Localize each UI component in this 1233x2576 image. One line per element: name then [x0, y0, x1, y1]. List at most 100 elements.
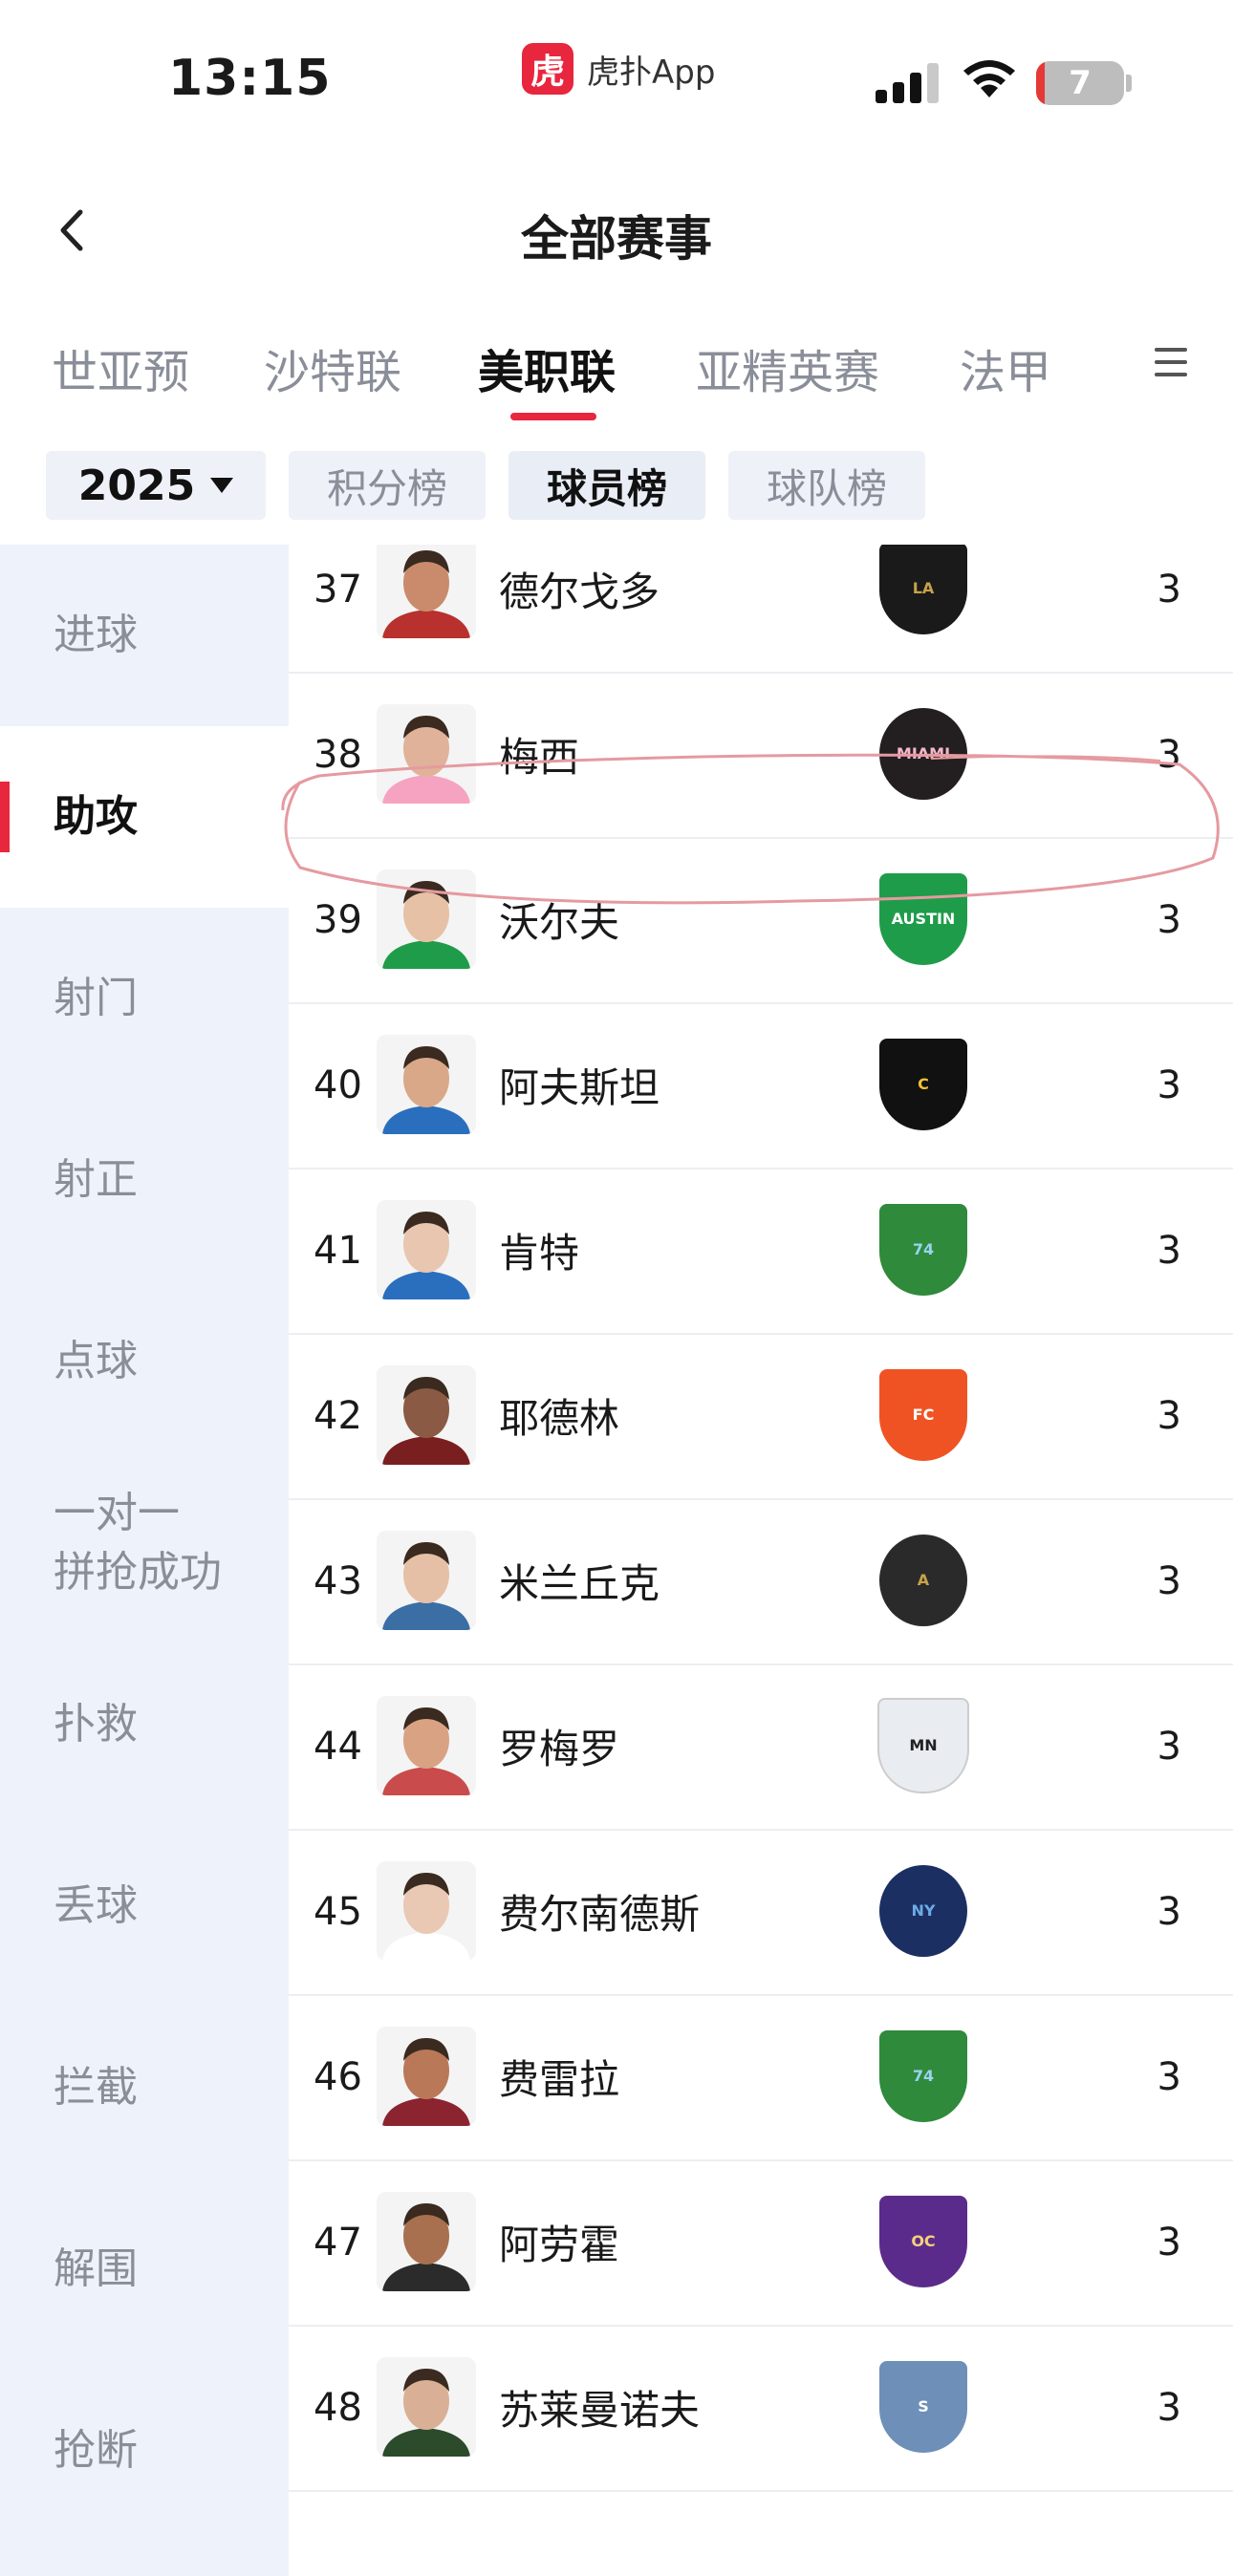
sidebar-item-shots[interactable]: 射门 — [0, 908, 289, 1089]
sidebar-item-duels-won[interactable]: 一对一 拼抢成功 — [0, 1452, 289, 1634]
sidebar-item-tackles[interactable]: 抢断 — [0, 2360, 289, 2542]
assists-value: 3 — [1157, 897, 1181, 942]
player-name: 德尔戈多 — [499, 569, 660, 615]
tab-league[interactable]: 沙特联 — [264, 334, 401, 401]
team-crest-icon: S — [879, 2361, 967, 2453]
assists-value: 3 — [1157, 1063, 1181, 1107]
assists-value: 3 — [1157, 1228, 1181, 1273]
nycfc-badge[interactable]: NY — [874, 1861, 973, 1961]
minnesota-united-badge[interactable]: MN — [874, 1696, 973, 1795]
rank-number: 44 — [314, 1724, 362, 1769]
player-avatar — [377, 704, 476, 804]
sidebar-item-label: 射门 — [54, 974, 138, 1023]
assists-value: 3 — [1157, 1889, 1181, 1934]
table-row[interactable]: 45 费尔南德斯 NY 3 — [289, 1829, 1233, 1996]
battery-percentage: 7 — [1069, 64, 1092, 102]
sidebar-item-label: 丢球 — [54, 1881, 138, 1931]
sidebar-item-assists[interactable]: 助攻 — [0, 726, 289, 908]
player-avatar — [377, 1365, 476, 1465]
year-dropdown[interactable]: 2025 — [46, 451, 266, 520]
lafc-badge[interactable]: LA — [874, 545, 973, 638]
team-crest-icon: MIAMI — [879, 708, 967, 800]
tab-league[interactable]: 法甲 — [960, 334, 1051, 401]
battery-tip — [1126, 75, 1132, 92]
stat-category-sidebar: 进球 助攻 射门 射正 点球 一对一 拼抢成功 扑救 丢球 拦截 解围 抢断 — [0, 545, 289, 2576]
rank-number: 45 — [314, 1889, 362, 1934]
tab-league[interactable]: 亚精英赛 — [696, 334, 879, 401]
fc-cincinnati-badge[interactable]: FC — [874, 1365, 973, 1465]
table-row[interactable]: 43 米兰丘克 A 3 — [289, 1498, 1233, 1665]
player-name: 费雷拉 — [499, 2056, 620, 2103]
player-name: 沃尔夫 — [499, 899, 620, 946]
table-row[interactable]: 37 德尔戈多 LA 3 — [289, 545, 1233, 674]
table-row-highlighted[interactable]: 38 梅西 MIAMI 3 — [289, 672, 1233, 839]
rank-number: 48 — [314, 2385, 362, 2430]
table-row[interactable]: 46 费雷拉 74 3 — [289, 1994, 1233, 2161]
navigation-bar: 全部赛事 — [0, 182, 1233, 287]
columbus-crew-badge[interactable]: C — [874, 1035, 973, 1134]
battery-icon: 7 — [1036, 61, 1124, 105]
sidebar-item-penalties[interactable]: 点球 — [0, 1271, 289, 1452]
page-title: 全部赛事 — [521, 211, 712, 267]
filter-player-ranking[interactable]: 球员榜 — [508, 451, 705, 520]
team-crest-icon: MN — [877, 1698, 969, 1793]
austin-fc-badge[interactable]: AUSTIN — [874, 869, 973, 969]
seattle-sounders-badge[interactable]: 74 — [874, 1200, 973, 1299]
status-bar: 13:15 虎 虎扑App 7 — [0, 0, 1233, 153]
assists-value: 3 — [1157, 2054, 1181, 2099]
team-crest-icon: A — [879, 1535, 967, 1626]
sidebar-item-saves[interactable]: 扑救 — [0, 1634, 289, 1815]
table-row[interactable]: 48 苏莱曼诺夫 S 3 — [289, 2325, 1233, 2492]
player-avatar — [377, 1531, 476, 1630]
assists-value: 3 — [1157, 2220, 1181, 2265]
player-avatar — [377, 1696, 476, 1795]
sidebar-item-label: 解围 — [54, 2244, 138, 2294]
rank-number: 42 — [314, 1393, 362, 1438]
assists-value: 3 — [1157, 2385, 1181, 2430]
player-name: 耶德林 — [499, 1395, 620, 1442]
team-crest-icon: FC — [879, 1369, 967, 1461]
team-crest-icon: C — [879, 1039, 967, 1130]
table-row[interactable]: 44 罗梅罗 MN 3 — [289, 1664, 1233, 1831]
sidebar-item-clearances[interactable]: 解围 — [0, 2179, 289, 2360]
sidebar-item-possession-lost[interactable]: 丢球 — [0, 1815, 289, 1997]
filter-standings[interactable]: 积分榜 — [289, 451, 486, 520]
tab-league[interactable]: 世亚预 — [52, 334, 189, 401]
menu-icon[interactable] — [1155, 348, 1187, 376]
player-avatar — [377, 2027, 476, 2126]
team-crest-icon: NY — [879, 1865, 967, 1957]
orlando-city-badge[interactable]: OC — [874, 2192, 973, 2291]
table-row[interactable]: 42 耶德林 FC 3 — [289, 1333, 1233, 1500]
table-row[interactable]: 40 阿夫斯坦 C 3 — [289, 1002, 1233, 1170]
app-source-indicator[interactable]: 虎 虎扑App — [522, 42, 715, 96]
clock: 13:15 — [168, 50, 332, 107]
sidebar-item-goals[interactable]: 进球 — [0, 545, 289, 726]
rank-number: 38 — [314, 732, 362, 777]
sporting-kc-badge[interactable]: S — [874, 2357, 973, 2457]
assists-value: 3 — [1157, 1393, 1181, 1438]
sidebar-item-label: 助攻 — [54, 792, 138, 842]
seattle-sounders-badge[interactable]: 74 — [874, 2027, 973, 2126]
assists-value: 3 — [1157, 567, 1181, 612]
app-name: 虎扑App — [587, 53, 716, 92]
sidebar-item-label: 射正 — [54, 1155, 138, 1205]
atlanta-united-badge[interactable]: A — [874, 1531, 973, 1630]
table-row[interactable]: 41 肯特 74 3 — [289, 1168, 1233, 1335]
assists-value: 3 — [1157, 1558, 1181, 1603]
rank-number: 47 — [314, 2220, 362, 2265]
player-avatar — [377, 1200, 476, 1299]
player-name: 米兰丘克 — [499, 1560, 660, 1607]
player-name: 苏莱曼诺夫 — [499, 2387, 701, 2434]
sidebar-item-shots-on-target[interactable]: 射正 — [0, 1089, 289, 1271]
player-avatar — [377, 545, 476, 638]
table-row[interactable]: 47 阿劳霍 OC 3 — [289, 2159, 1233, 2327]
tab-league-active[interactable]: 美职联 — [478, 334, 616, 401]
inter-miami-badge[interactable]: MIAMI — [874, 704, 973, 804]
sidebar-item-label: 点球 — [54, 1337, 138, 1386]
filter-team-ranking[interactable]: 球队榜 — [728, 451, 925, 520]
cellular-signal-icon — [876, 61, 941, 103]
assists-value: 3 — [1157, 732, 1181, 777]
table-row[interactable]: 39 沃尔夫 AUSTIN 3 — [289, 837, 1233, 1004]
rank-number: 39 — [314, 897, 362, 942]
sidebar-item-interceptions[interactable]: 拦截 — [0, 1997, 289, 2179]
